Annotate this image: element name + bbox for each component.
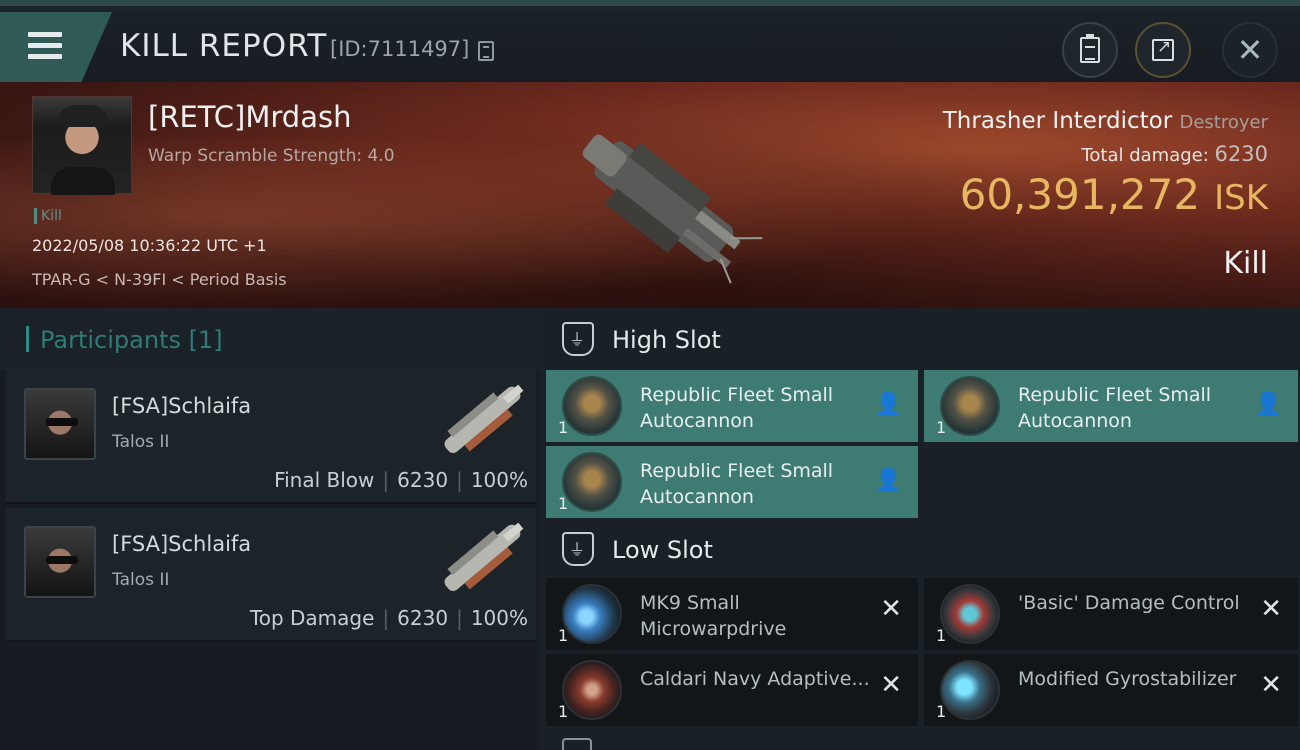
ship-type: Thrasher Interdictor xyxy=(942,108,1173,134)
module-quantity: 1 xyxy=(936,702,947,721)
high-slot-title: High Slot xyxy=(612,326,721,354)
total-damage-label: Total damage: xyxy=(1081,145,1209,166)
high-slot-header: High Slot xyxy=(540,308,1300,370)
participants-accent xyxy=(26,326,29,352)
low-slot-icon xyxy=(562,532,594,566)
module-item[interactable]: 1 MK9 Small Microwarpdrive ✕ xyxy=(546,578,918,650)
share-icon xyxy=(1152,37,1174,61)
page-title: KILL REPORT xyxy=(120,28,328,64)
participants-header[interactable]: Participants [1] xyxy=(0,308,540,370)
copy-icon[interactable] xyxy=(478,41,494,61)
module-name: Republic Fleet Small Autocannon xyxy=(1018,384,1212,432)
kill-result: Kill xyxy=(1223,246,1268,281)
participants-title: Participants [1] xyxy=(40,326,223,354)
person-icon: 👤 xyxy=(874,468,902,493)
participant-name: [FSA]Schlaifa xyxy=(112,532,252,556)
module-name: Caldari Navy Adaptive... xyxy=(640,668,870,690)
victim-portrait[interactable] xyxy=(32,96,132,195)
participant-ship: Talos II xyxy=(112,570,170,590)
high-slot-icon xyxy=(562,322,594,356)
participant-damage: 6230 xyxy=(397,468,449,492)
kill-tag: Kill xyxy=(34,208,62,224)
module-item[interactable]: 1 Republic Fleet Small Autocannon 👤 xyxy=(546,370,918,442)
participant-row[interactable]: [FSA]Schlaifa Talos II Final Blow | 6230 | 1… xyxy=(6,370,536,504)
x-icon: ✕ xyxy=(880,594,902,624)
isk-value: 60,391,272 ISK xyxy=(960,170,1268,219)
participant-stats: Final Blow | 6230 | 100% xyxy=(274,468,528,492)
participants-panel: Participants [1] [FSA]Schlaifa Talos II … xyxy=(0,308,540,750)
x-icon: ✕ xyxy=(1260,594,1282,624)
participant-name: [FSA]Schlaifa xyxy=(112,394,252,418)
participant-damage: 6230 xyxy=(397,606,449,630)
participant-ship-image xyxy=(444,522,524,592)
module-item[interactable]: 1 Republic Fleet Small Autocannon 👤 xyxy=(546,446,918,518)
next-slot-icon xyxy=(562,738,592,750)
autocannon-icon xyxy=(562,452,622,512)
ship-class: Destroyer xyxy=(1179,112,1268,133)
x-icon: ✕ xyxy=(1260,670,1282,700)
person-icon: 👤 xyxy=(874,392,902,417)
module-name: Republic Fleet Small Autocannon xyxy=(640,384,834,432)
close-icon: ✕ xyxy=(1236,31,1264,69)
close-button[interactable]: ✕ xyxy=(1222,22,1278,78)
kill-id: [ID:7111497] xyxy=(330,37,470,61)
isk-amount: 60,391,272 xyxy=(959,170,1201,219)
fitting-panel: High Slot 1 Republic Fleet Small Autocan… xyxy=(540,308,1300,750)
participant-avatar[interactable] xyxy=(24,526,96,598)
module-quantity: 1 xyxy=(558,626,569,645)
module-quantity: 1 xyxy=(558,494,569,513)
hamburger-icon[interactable] xyxy=(28,32,62,62)
module-name: Modified Gyrostabilizer xyxy=(1018,668,1237,690)
autocannon-icon xyxy=(940,376,1000,436)
low-slot-header: Low Slot xyxy=(540,518,1300,580)
microwarpdrive-icon xyxy=(562,584,622,644)
module-item[interactable]: 1 Modified Gyrostabilizer ✕ xyxy=(924,654,1298,726)
participant-stats: Top Damage | 6230 | 100% xyxy=(249,606,528,630)
total-damage: Total damage: 6230 xyxy=(1081,142,1268,166)
clipboard-icon xyxy=(1080,34,1100,63)
menu-button[interactable] xyxy=(0,12,112,84)
warp-scramble-strength: Warp Scramble Strength: 4.0 xyxy=(148,146,395,166)
participant-role: Top Damage xyxy=(249,606,375,630)
module-name: MK9 Small Microwarpdrive xyxy=(640,592,787,640)
damage-control-icon xyxy=(940,584,1000,644)
module-quantity: 1 xyxy=(558,418,569,437)
kill-location: TPAR-G < N-39FI < Period Basis xyxy=(32,270,287,289)
person-icon: 👤 xyxy=(1254,392,1282,417)
module-item[interactable]: 1 Caldari Navy Adaptive... ✕ xyxy=(546,654,918,726)
kill-datetime: 2022/05/08 10:36:22 UTC +1 xyxy=(32,236,267,255)
top-bar: KILL REPORT [ID:7111497] ✕ xyxy=(0,0,1300,84)
victim-name[interactable]: [RETC]Mrdash xyxy=(148,100,351,134)
module-quantity: 1 xyxy=(558,702,569,721)
participant-row[interactable]: [FSA]Schlaifa Talos II Top Damage | 6230 | 1… xyxy=(6,508,536,642)
participant-percent: 100% xyxy=(470,468,528,492)
participant-ship-image xyxy=(444,384,524,454)
participant-role: Final Blow xyxy=(274,468,375,492)
clipboard-button[interactable] xyxy=(1062,22,1118,78)
participant-avatar[interactable] xyxy=(24,388,96,460)
module-quantity: 1 xyxy=(936,418,947,437)
total-damage-value: 6230 xyxy=(1214,142,1268,166)
isk-unit: ISK xyxy=(1214,178,1268,218)
autocannon-icon xyxy=(562,376,622,436)
adaptive-hardener-icon xyxy=(562,660,622,720)
low-slot-title: Low Slot xyxy=(612,536,713,564)
participant-ship: Talos II xyxy=(112,432,170,452)
module-name: 'Basic' Damage Control xyxy=(1018,592,1240,614)
share-button[interactable] xyxy=(1135,22,1191,78)
gyrostabilizer-icon xyxy=(940,660,1000,720)
victim-ship-image[interactable] xyxy=(548,96,768,306)
module-quantity: 1 xyxy=(936,626,947,645)
module-name: Republic Fleet Small Autocannon xyxy=(640,460,834,508)
module-item[interactable]: 1 Republic Fleet Small Autocannon 👤 xyxy=(924,370,1298,442)
victim-ship-name[interactable]: Thrasher Interdictor Destroyer xyxy=(943,108,1268,134)
module-item[interactable]: 1 'Basic' Damage Control ✕ xyxy=(924,578,1298,650)
x-icon: ✕ xyxy=(880,670,902,700)
participant-percent: 100% xyxy=(470,606,528,630)
